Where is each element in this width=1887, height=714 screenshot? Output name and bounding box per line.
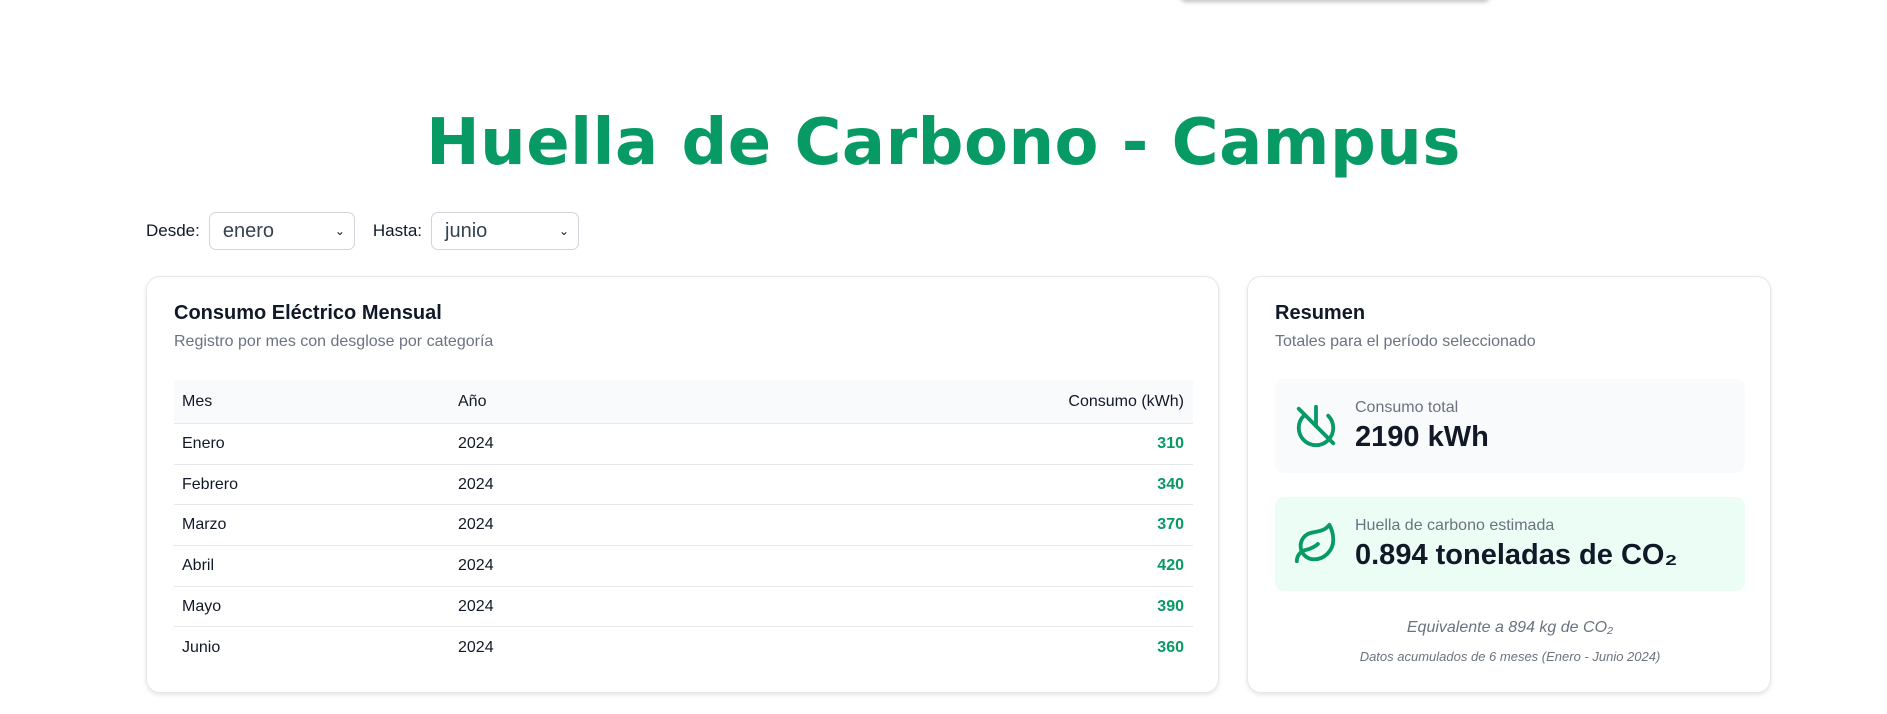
resumen-subtitle: Totales para el período seleccionado [1275, 333, 1536, 350]
table-row: Febrero 2024 340 [174, 465, 1193, 506]
acumulado-text: Datos acumulados de 6 meses (Enero - Jun… [1359, 649, 1661, 664]
date-filters: Desde: enero ⌄ Hasta: junio ⌄ [146, 212, 580, 250]
cell-mes: Marzo [182, 516, 227, 534]
resumen-card: Resumen Totales para el período seleccio… [1247, 276, 1771, 693]
cell-kwh: 360 [1157, 638, 1184, 656]
huella-carbono-stat: Huella de carbono estimada 0.894 tonelad… [1275, 497, 1745, 591]
chevron-down-icon: ⌄ [558, 224, 570, 238]
resumen-title: Resumen [1275, 302, 1366, 324]
consumo-table: Mes Año Consumo (kWh) Enero 2024 310 Feb… [174, 380, 1193, 668]
cell-mes: Junio [182, 638, 221, 656]
table-row: Abril 2024 420 [174, 546, 1193, 587]
consumo-title: Consumo Eléctrico Mensual [174, 302, 442, 324]
consumo-subtitle: Registro por mes con desglose por catego… [174, 333, 494, 350]
cell-kwh: 310 [1157, 434, 1184, 452]
cell-mes: Febrero [182, 475, 239, 493]
desde-value: enero [222, 219, 275, 242]
column-header-kwh: Consumo (kWh) [1068, 392, 1184, 410]
desde-label: Desde: [146, 221, 200, 240]
table-header: Mes Año Consumo (kWh) [174, 380, 1193, 424]
no-power-icon [1296, 404, 1336, 448]
cell-ano: 2024 [458, 475, 494, 493]
hasta-label: Hasta: [372, 221, 423, 240]
cell-ano: 2024 [458, 434, 494, 452]
cell-ano: 2024 [458, 597, 494, 615]
column-header-mes: Mes [182, 392, 213, 410]
page-title: Huella de Carbono - Campus [426, 106, 1461, 180]
table-row: Mayo 2024 390 [174, 587, 1193, 628]
consumo-card: Consumo Eléctrico Mensual Registro por m… [146, 276, 1219, 693]
column-header-ano: Año [458, 392, 487, 410]
total-label: Consumo total [1355, 399, 1459, 416]
desde-select[interactable]: enero ⌄ [208, 212, 355, 250]
table-row: Marzo 2024 370 [174, 505, 1193, 547]
cell-ano: 2024 [458, 638, 494, 656]
table-row: Enero 2024 310 [174, 424, 1193, 465]
table-row: Junio 2024 360 [174, 627, 1193, 668]
co2-value: 0.894 toneladas de CO₂ [1355, 539, 1678, 571]
cell-ano: 2024 [458, 556, 494, 574]
cell-mes: Abril [182, 556, 215, 574]
co2-label: Huella de carbono estimada [1355, 517, 1555, 534]
cell-ano: 2024 [458, 516, 494, 534]
hasta-select[interactable]: junio ⌄ [431, 212, 580, 250]
chevron-down-icon: ⌄ [334, 224, 345, 238]
equivalente-text: Equivalente a 894 kg de CO₂ [1406, 619, 1614, 636]
cell-kwh: 390 [1157, 597, 1184, 615]
total-consumo-stat: Consumo total 2190 kWh [1275, 379, 1745, 473]
total-value: 2190 kWh [1355, 421, 1489, 453]
cell-kwh: 340 [1157, 475, 1184, 493]
cell-mes: Mayo [182, 597, 222, 615]
cell-mes: Enero [182, 434, 225, 452]
cell-kwh: 370 [1157, 516, 1184, 534]
leaf-icon [1294, 522, 1336, 564]
hasta-value: junio [445, 219, 488, 242]
cell-kwh: 420 [1157, 556, 1184, 574]
